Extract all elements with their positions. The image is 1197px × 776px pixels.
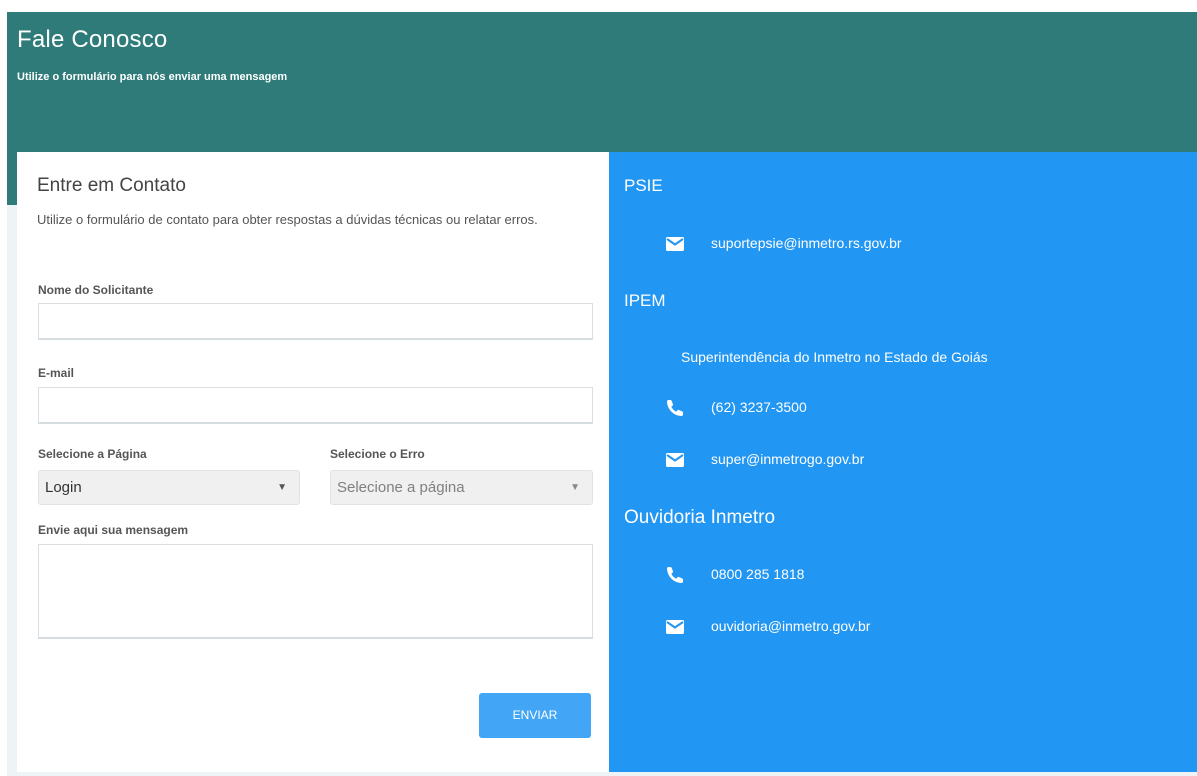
ipem-organization: Superintendência do Inmetro no Estado de… <box>681 349 988 365</box>
ipem-phone: (62) 3237-3500 <box>711 399 807 415</box>
contact-card: Entre em Contato Utilize o formulário de… <box>17 152 1197 772</box>
phone-icon <box>667 400 683 416</box>
page-select[interactable]: Login ▼ <box>38 470 300 505</box>
page-subtitle: Utilize o formulário para nós enviar uma… <box>17 71 288 83</box>
ouvidoria-email[interactable]: ouvidoria@inmetro.gov.br <box>711 618 870 634</box>
form-description: Utilize o formulário de contato para obt… <box>37 212 538 227</box>
contact-form: Entre em Contato Utilize o formulário de… <box>17 152 609 772</box>
caret-down-icon: ▼ <box>570 482 580 493</box>
page-title: Fale Conosco <box>17 26 168 53</box>
email-input[interactable] <box>38 387 593 424</box>
ouvidoria-phone: 0800 285 1818 <box>711 566 805 582</box>
ipem-title: IPEM <box>624 291 666 310</box>
phone-icon <box>667 567 683 583</box>
ipem-email[interactable]: super@inmetrogo.gov.br <box>711 451 864 467</box>
error-select[interactable]: Selecione a página ▼ <box>330 470 593 505</box>
name-input[interactable] <box>38 303 593 340</box>
name-label: Nome do Solicitante <box>38 283 154 297</box>
caret-down-icon: ▼ <box>277 482 287 493</box>
submit-button[interactable]: ENVIAR <box>479 693 591 738</box>
page-select-label: Selecione a Página <box>38 447 147 461</box>
error-select-value: Selecione a página <box>337 479 465 496</box>
error-select-label: Selecione o Erro <box>330 447 425 461</box>
page: Fale Conosco Utilize o formulário para n… <box>0 0 1197 776</box>
envelope-icon <box>666 453 684 467</box>
message-textarea[interactable] <box>38 544 593 639</box>
psie-email[interactable]: suportepsie@inmetro.rs.gov.br <box>711 235 902 251</box>
ouvidoria-title: Ouvidoria Inmetro <box>624 507 776 528</box>
email-label: E-mail <box>38 366 75 380</box>
message-label: Envie aqui sua mensagem <box>38 523 189 537</box>
envelope-icon <box>666 620 684 634</box>
page-select-value: Login <box>45 479 82 496</box>
form-title: Entre em Contato <box>37 175 186 196</box>
psie-title: PSIE <box>624 176 663 195</box>
envelope-icon <box>666 237 684 251</box>
contact-info-panel: PSIE suportepsie@inmetro.rs.gov.br IPEM … <box>609 152 1197 772</box>
